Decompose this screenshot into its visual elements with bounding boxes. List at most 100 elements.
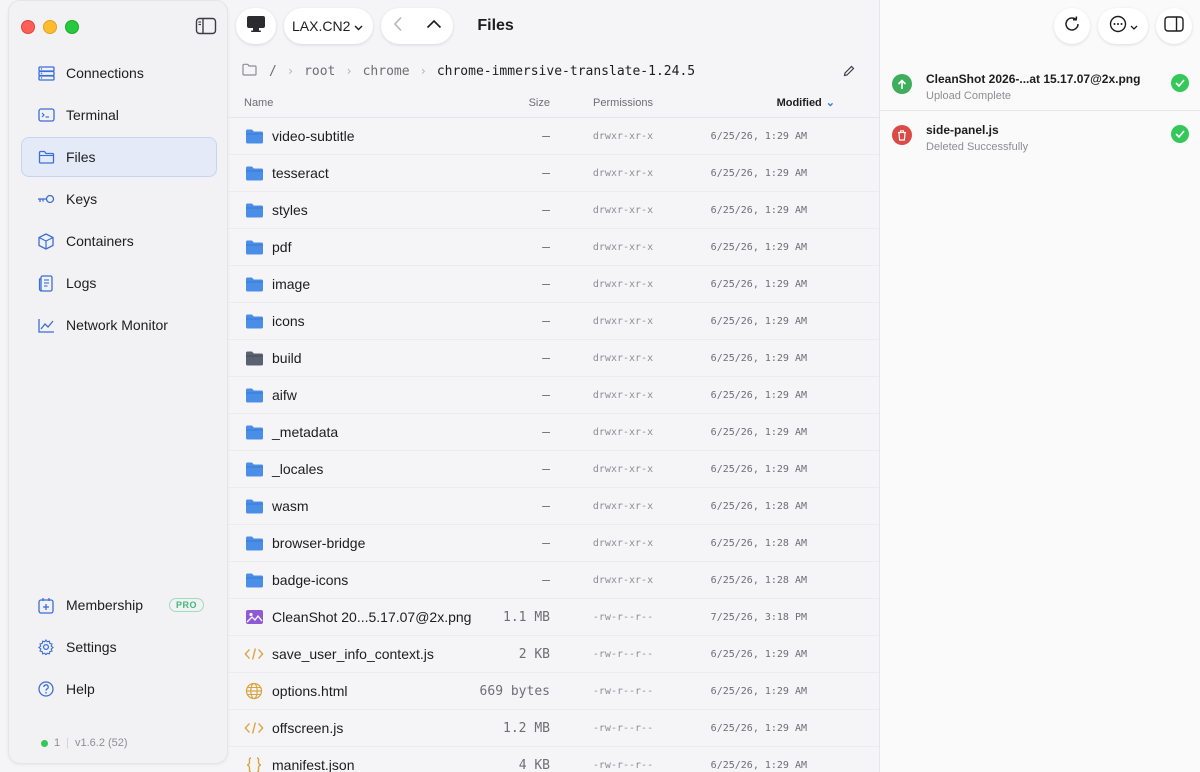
sidebar: Connections Terminal Files Keys Containe… [8,0,228,764]
membership-icon [37,596,55,614]
table-row[interactable]: video-subtitle — drwxr-xr-x 6/25/26, 1:29 A… [228,118,879,155]
table-row[interactable]: image — drwxr-xr-x 6/25/26, 1:29 AM [228,266,879,303]
file-modified: 6/25/26, 1:28 AM [710,537,807,549]
file-size: — [542,202,550,218]
table-row[interactable]: save_user_info_context.js 2 KB -rw-r--r-- 6… [228,636,879,673]
file-permissions: -rw-r--r-- [592,648,654,660]
table-header: Name Size Permissions Modified ⌄ [228,88,879,118]
table-row[interactable]: pdf — drwxr-xr-x 6/25/26, 1:29 AM [228,229,879,266]
table-row[interactable]: wasm — drwxr-xr-x 6/25/26, 1:28 AM [228,488,879,525]
file-modified: 6/25/26, 1:29 AM [710,352,807,364]
file-size: 1.2 MB [503,720,550,736]
table-row[interactable]: CleanShot 20...5.17.07@2x.png 1.1 MB -rw-r… [228,599,879,636]
table-row[interactable]: _metadata — drwxr-xr-x 6/25/26, 1:29 AM [228,414,879,451]
table-row[interactable]: options.html 669 bytes -rw-r--r-- 6/25/26, … [228,673,879,710]
table-row[interactable]: build — drwxr-xr-x 6/25/26, 1:29 AM [228,340,879,377]
breadcrumb-item[interactable]: chrome [363,64,410,79]
sidebar-right-icon [1164,15,1184,37]
table-row[interactable]: icons — drwxr-xr-x 6/25/26, 1:29 AM [228,303,879,340]
file-modified: 6/25/26, 1:28 AM [710,500,807,512]
file-name: pdf [272,239,292,255]
table-row[interactable]: browser-bridge — drwxr-xr-x 6/25/26, 1:28 A… [228,525,879,562]
column-header-permissions[interactable]: Permissions [550,97,696,109]
more-menu-button[interactable] [1098,8,1148,44]
file-size: — [542,350,550,366]
file-name: wasm [272,498,309,514]
file-permissions: drwxr-xr-x [592,204,654,216]
minimize-window-button[interactable] [43,20,57,34]
sidebar-item-terminal[interactable]: Terminal [21,95,217,135]
breadcrumb-root[interactable]: / [269,64,277,79]
column-header-name[interactable]: Name [228,97,476,109]
transfer-item[interactable]: CleanShot 2026-...at 15.17.07@2x.png Upl… [880,66,1200,116]
sidebar-item-label: Membership [66,597,144,613]
connection-status-dot [41,739,48,747]
folder-icon [244,201,264,219]
file-permissions: -rw-r--r-- [592,685,654,697]
up-icon[interactable] [426,17,442,35]
folder-icon [244,127,264,145]
breadcrumb-item[interactable]: root [304,64,335,79]
table-row[interactable]: aifw — drwxr-xr-x 6/25/26, 1:29 AM [228,377,879,414]
sidebar-toggle-icon[interactable] [195,17,217,37]
column-header-modified[interactable]: Modified ⌄ [696,96,843,109]
refresh-button[interactable] [1054,8,1090,44]
table-row[interactable]: tesseract — drwxr-xr-x 6/25/26, 1:29 AM [228,155,879,192]
sidebar-item-connections[interactable]: Connections [21,53,217,93]
main-toolbar: LAX.CN2 Files [236,8,514,44]
sidebar-item-label: Settings [66,639,117,655]
file-name: aifw [272,387,297,403]
table-row[interactable]: manifest.json 4 KB -rw-r--r-- 6/25/26, 1:29… [228,747,879,772]
file-name: options.html [272,683,348,699]
file-name-cell: styles [228,201,476,219]
table-row[interactable]: styles — drwxr-xr-x 6/25/26, 1:29 AM [228,192,879,229]
table-row[interactable]: _locales — drwxr-xr-x 6/25/26, 1:29 AM [228,451,879,488]
file-name: styles [272,202,308,218]
file-permissions: drwxr-xr-x [592,278,654,290]
file-permissions: -rw-r--r-- [592,611,654,623]
sidebar-item-label: Connections [66,65,144,81]
sidebar-item-help[interactable]: Help [21,669,217,709]
table-row[interactable]: offscreen.js 1.2 MB -rw-r--r-- 6/25/26, 1:2… [228,710,879,747]
ellipsis-circle-icon [1109,15,1127,38]
host-selector[interactable]: LAX.CN2 [284,8,374,44]
back-icon[interactable] [392,16,404,37]
sidebar-item-membership[interactable]: Membership PRO [21,585,217,625]
sidebar-item-network-monitor[interactable]: Network Monitor [21,305,217,345]
transfer-item[interactable]: side-panel.js Deleted Successfully [880,117,1200,167]
upload-arrow-icon [892,74,912,94]
chevron-right-icon: › [419,64,427,78]
chevron-right-icon: › [345,64,353,78]
column-header-size[interactable]: Size [476,97,550,109]
file-name: image [272,276,311,292]
file-permissions: drwxr-xr-x [592,167,654,179]
sidebar-item-containers[interactable]: Containers [21,221,217,261]
file-permissions: drwxr-xr-x [592,241,654,253]
sidebar-item-keys[interactable]: Keys [21,179,217,219]
file-size: — [542,461,550,477]
folder-icon [244,349,264,367]
sidebar-item-label: Files [66,149,96,165]
file-modified: 6/25/26, 1:29 AM [710,278,807,290]
file-name: manifest.json [272,757,355,772]
sidebar-item-files[interactable]: Files [21,137,217,177]
zoom-window-button[interactable] [65,20,79,34]
sidebar-item-logs[interactable]: Logs [21,263,217,303]
host-button[interactable] [236,8,276,44]
file-name: browser-bridge [272,535,366,551]
file-name: _locales [272,461,324,477]
file-table: Name Size Permissions Modified ⌄ video-su… [228,88,879,772]
folder-icon [244,275,264,293]
file-modified: 6/25/26, 1:29 AM [710,130,807,142]
table-row[interactable]: badge-icons — drwxr-xr-x 6/25/26, 1:28 AM [228,562,879,599]
sidebar-item-label: Logs [66,275,97,291]
file-permissions: -rw-r--r-- [592,722,654,734]
sidebar-item-settings[interactable]: Settings [21,627,217,667]
close-window-button[interactable] [21,20,35,34]
breadcrumb-current[interactable]: chrome-immersive-translate-1.24.5 [437,64,695,79]
pencil-icon[interactable] [843,64,855,82]
toggle-inspector-button[interactable] [1156,8,1192,44]
chevron-down-icon [1130,17,1138,35]
connections-icon [37,64,55,82]
refresh-icon [1063,15,1081,38]
